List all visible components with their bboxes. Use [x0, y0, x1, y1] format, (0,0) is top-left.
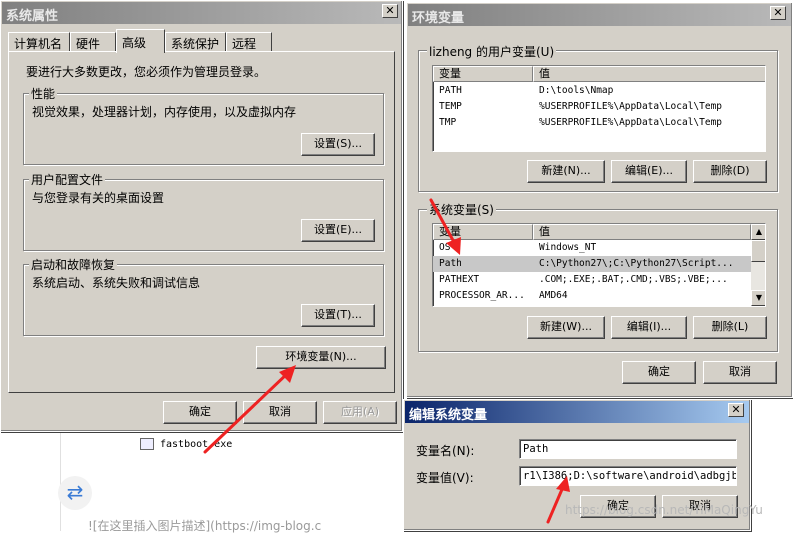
close-icon[interactable]: ✕: [728, 403, 744, 417]
user-var-value[interactable]: %USERPROFILE%\AppData\Local\Temp: [539, 101, 722, 112]
sys-var-name[interactable]: OS: [439, 242, 450, 253]
user-var-name[interactable]: TMP: [439, 117, 456, 128]
startup-desc: 系统启动、系统失败和调试信息: [32, 276, 201, 290]
profile-settings-button[interactable]: 设置(E)...: [301, 219, 375, 242]
system-new-button[interactable]: 新建(W)...: [527, 316, 605, 339]
ok-button[interactable]: 确定: [163, 401, 237, 424]
user-edit-button[interactable]: 编辑(E)...: [611, 160, 687, 183]
scroll-down-icon[interactable]: ▼: [751, 290, 765, 306]
system-edit-button[interactable]: 编辑(I)...: [611, 316, 687, 339]
close-icon[interactable]: ✕: [382, 4, 398, 18]
startup-legend: 启动和故障恢复: [29, 256, 118, 273]
system-delete-button[interactable]: 删除(L): [693, 316, 767, 339]
system-variables-legend: 系统变量(S): [427, 201, 496, 218]
tab-computer-name[interactable]: 计算机名: [8, 32, 70, 52]
window-title: 编辑系统变量: [409, 408, 488, 423]
user-var-value[interactable]: %USERPROFILE%\AppData\Local\Temp: [539, 117, 722, 128]
ok-button[interactable]: 确定: [622, 361, 696, 384]
user-delete-button[interactable]: 删除(D): [693, 160, 767, 183]
window-title: 系统属性: [6, 9, 59, 24]
watermark: https://blog.csdn.net/YiMaQingYu: [565, 503, 763, 517]
user-new-button[interactable]: 新建(N)...: [527, 160, 605, 183]
close-icon[interactable]: ✕: [770, 6, 786, 20]
admin-note: 要进行大多数更改，您必须作为管理员登录。: [26, 65, 267, 79]
tab-remote[interactable]: 远程: [226, 32, 272, 52]
tab-advanced[interactable]: 高级: [116, 29, 165, 53]
user-var-value[interactable]: D:\tools\Nmap: [539, 85, 613, 96]
column-header-value[interactable]: 值: [533, 224, 751, 240]
performance-legend: 性能: [29, 85, 58, 102]
sys-var-name[interactable]: Path: [439, 258, 462, 269]
performance-desc: 视觉效果，处理器计划，内存使用，以及虚拟内存: [32, 105, 297, 119]
window-title: 环境变量: [412, 11, 465, 26]
sys-var-value[interactable]: .COM;.EXE;.BAT;.CMD;.VBS;.VBE;...: [539, 274, 749, 285]
column-header-variable[interactable]: 变量: [433, 224, 533, 240]
system-variables-list[interactable]: 变量 值 OS Windows_NT Path C:\Python27\;C:\…: [432, 223, 766, 307]
profile-desc: 与您登录有关的桌面设置: [32, 191, 165, 205]
cancel-button[interactable]: 取消: [243, 401, 317, 424]
sys-var-value[interactable]: C:\Python27\;C:\Python27\Script...: [539, 258, 749, 269]
performance-settings-button[interactable]: 设置(S)...: [301, 133, 375, 156]
variable-name-label: 变量名(N):: [416, 444, 475, 458]
variable-name-field[interactable]: Path: [519, 439, 737, 459]
user-variables-list[interactable]: 变量 值 PATH D:\tools\Nmap TEMP %USERPROFIL…: [432, 65, 766, 152]
vertical-scrollbar[interactable]: ▲ ▼: [751, 224, 765, 306]
edit-variable-titlebar[interactable]: 编辑系统变量: [405, 401, 749, 423]
column-header-value[interactable]: 值: [533, 66, 765, 82]
sys-var-name[interactable]: PROCESSOR_AR...: [439, 290, 533, 301]
startup-settings-button[interactable]: 设置(T)...: [301, 304, 375, 327]
file-name[interactable]: fastboot.exe: [160, 439, 232, 450]
sys-var-name[interactable]: PATHEXT: [439, 274, 479, 285]
user-var-name[interactable]: PATH: [439, 85, 462, 96]
tab-system-protection[interactable]: 系统保护: [165, 32, 226, 52]
scrollbar-thumb[interactable]: [751, 240, 765, 262]
system-properties-titlebar[interactable]: 系统属性: [2, 2, 401, 24]
markdown-caption: ![在这里插入图片描述](https://img-blog.c: [88, 519, 322, 533]
scroll-up-icon[interactable]: ▲: [751, 224, 765, 240]
apply-button[interactable]: 应用(A): [323, 401, 397, 424]
sys-var-value[interactable]: AMD64: [539, 290, 749, 301]
cancel-button[interactable]: 取消: [703, 361, 777, 384]
environment-variables-titlebar[interactable]: 环境变量: [408, 4, 791, 26]
environment-variables-button[interactable]: 环境变量(N)...: [256, 346, 386, 369]
user-var-name[interactable]: TEMP: [439, 101, 462, 112]
system-properties-window: 系统属性 ✕ 计算机名 硬件 高级 系统保护 远程 要进行大多数更改，您必须作为…: [0, 0, 403, 432]
tab-hardware[interactable]: 硬件: [70, 32, 116, 52]
file-icon: [140, 438, 154, 450]
environment-variables-window: 环境变量 ✕ lizheng 的用户变量(U) 变量 值 PATH D:\too…: [406, 2, 793, 398]
profile-legend: 用户配置文件: [29, 171, 106, 188]
sync-icon[interactable]: ⇄: [58, 476, 92, 510]
explorer-background: [60, 430, 410, 531]
variable-value-label: 变量值(V):: [416, 471, 474, 485]
sys-var-value[interactable]: Windows_NT: [539, 242, 749, 253]
column-header-variable[interactable]: 变量: [433, 66, 533, 82]
user-variables-legend: lizheng 的用户变量(U): [427, 43, 557, 60]
variable-value-field[interactable]: r1\I386;D:\software\android\adbgjb_w: [519, 466, 737, 486]
